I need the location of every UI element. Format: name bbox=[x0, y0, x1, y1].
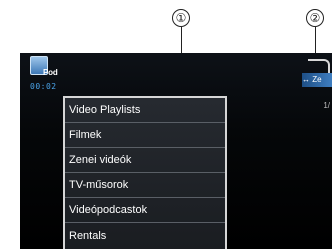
callout-1: ① bbox=[172, 9, 190, 27]
menu-item-label: Filmek bbox=[69, 129, 102, 141]
video-menu-list: Video Playlists Filmek Zenei videók TV-m… bbox=[63, 96, 227, 249]
switch-label: ↔ Ze bbox=[302, 75, 322, 84]
menu-item-video-playlists[interactable]: Video Playlists bbox=[65, 98, 225, 123]
menu-item-label: Videópodcastok bbox=[69, 204, 148, 216]
source-label: Pod bbox=[43, 68, 58, 77]
return-arrow-icon bbox=[308, 59, 330, 73]
menu-item-label: TV-műsorok bbox=[69, 179, 129, 191]
menu-item-filmek[interactable]: Filmek bbox=[65, 123, 225, 148]
menu-item-label: Rentals bbox=[69, 229, 107, 242]
menu-item-label: Zenei videók bbox=[69, 154, 132, 166]
playback-time: 00:02 bbox=[30, 82, 57, 91]
menu-item-label: Video Playlists bbox=[69, 104, 141, 116]
menu-item-videopodcastok[interactable]: Videópodcastok bbox=[65, 198, 225, 223]
menu-item-rentals[interactable]: Rentals bbox=[65, 223, 225, 248]
top-right-control[interactable]: ↔ Ze bbox=[302, 59, 332, 87]
callout-2: ② bbox=[306, 9, 324, 27]
device-screen: Pod 00:02 ↔ Ze 1/ Video Playlists Filmek… bbox=[20, 53, 332, 249]
menu-item-zenei-videok[interactable]: Zenei videók bbox=[65, 148, 225, 173]
page-indicator: 1/ bbox=[323, 101, 330, 110]
menu-item-tv-musorok[interactable]: TV-műsorok bbox=[65, 173, 225, 198]
